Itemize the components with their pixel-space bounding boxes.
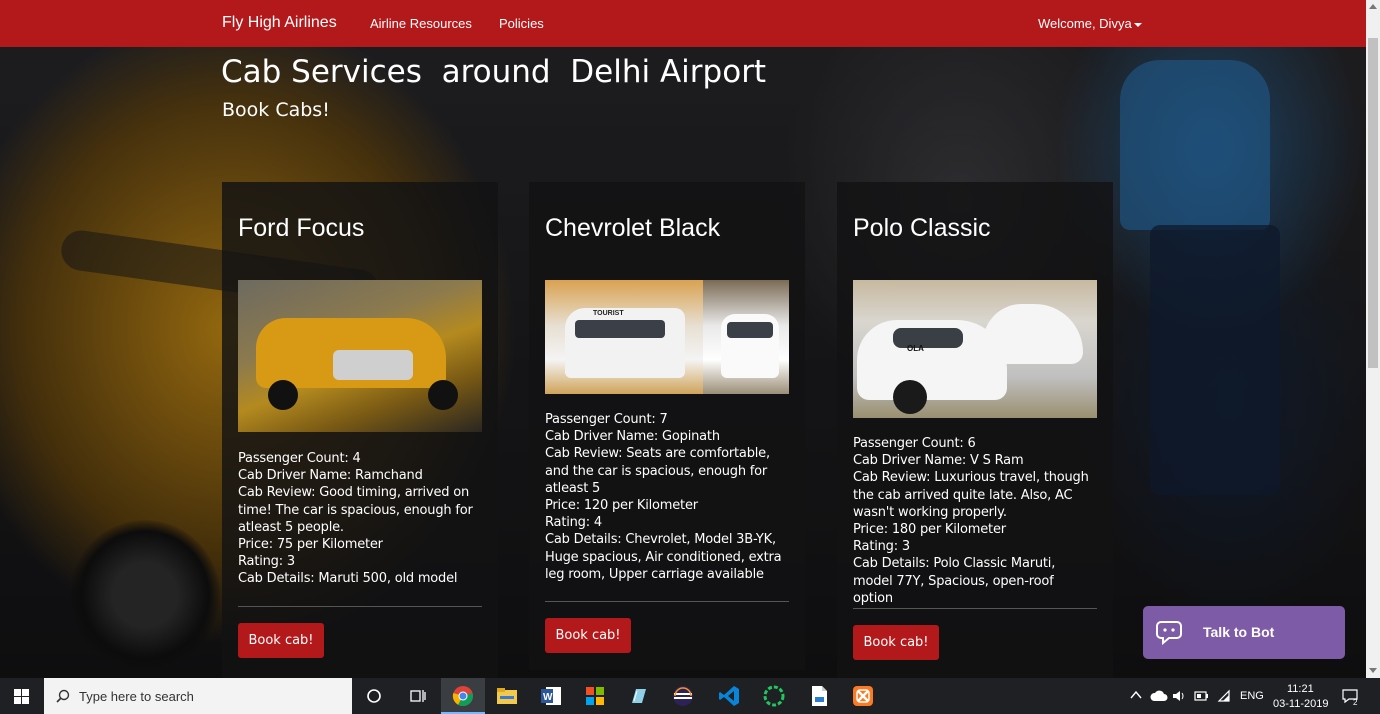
van-window-shape [575,320,665,338]
cab-model-details: Cab Details: Maruti 500, old model [238,571,458,587]
cab-rating: Rating: 3 [853,539,910,555]
taxi-wheel-right [428,380,458,410]
cab-details: Passenger Count: 7 Cab Driver Name: Gopi… [545,411,789,583]
start-button[interactable] [0,678,44,714]
nav-airline-resources[interactable]: Airline Resources [370,16,472,31]
cab-card-polo-classic: Polo Classic OLA Passenger Count: 6 Cab … [837,182,1113,682]
passenger-count: Passenger Count: 4 [238,451,361,466]
top-navbar: Fly High Airlines Airline Resources Poli… [0,0,1366,47]
driver-name: Cab Driver Name: Gopinath [545,429,720,445]
ola-logo: OLA [907,344,924,353]
cab-price: Price: 180 per Kilometer [853,522,1006,538]
user-menu[interactable]: Welcome, Divya [1038,16,1142,31]
volume-icon[interactable] [1172,689,1186,703]
search-icon [56,689,70,703]
file-explorer-icon[interactable] [485,678,529,714]
caret-down-icon [1133,22,1142,27]
nav-policies[interactable]: Policies [499,16,544,31]
word-icon[interactable]: W [529,678,573,714]
van-photo-left: TOURIST [545,280,703,394]
cab-rating: Rating: 4 [545,515,602,531]
cab-review: Cab Review: Luxurious travel, though the… [853,470,1089,520]
windows-taskbar: Type here to search W ENG 11:21 03-11-20 [0,678,1380,714]
eclipse-icon[interactable] [661,678,705,714]
clock-date[interactable]: 03-11-2019 [1273,698,1328,710]
cab-price: Price: 120 per Kilometer [545,498,698,514]
page-subtitle: Book Cabs! [222,99,330,121]
vscode-icon[interactable] [707,678,751,714]
search-placeholder: Type here to search [79,689,194,704]
cab-image-ola: OLA [853,280,1097,418]
notepad-icon[interactable] [617,678,661,714]
talk-to-bot-button[interactable]: Talk to Bot [1143,606,1345,659]
van-photo-right [703,280,789,394]
cab-review: Cab Review: Good timing, arrived on time… [238,485,473,535]
book-cab-button[interactable]: Book cab! [238,623,324,658]
cab-card-ford-focus: Ford Focus Passenger Count: 4 Cab Driver… [222,182,498,682]
scroll-down-icon[interactable] [1369,668,1377,673]
cab-card-chevrolet-black: Chevrolet Black TOURIST Passenger Count:… [529,182,805,670]
cab-title: Chevrolet Black [545,214,721,242]
cab-image-van: TOURIST [545,280,789,394]
taskbar-search-input[interactable]: Type here to search [44,678,352,714]
sedan-wheel [893,380,927,414]
van-body-shape [565,308,685,378]
taxi-grille-shape [333,350,413,380]
loader-icon[interactable] [752,678,796,714]
talk-to-bot-label: Talk to Bot [1203,624,1275,640]
driver-name: Cab Driver Name: V S Ram [853,453,1024,469]
windows-logo-icon [14,689,29,704]
battery-icon[interactable] [1194,691,1208,701]
wifi-icon[interactable] [1217,689,1231,703]
brand-link[interactable]: Fly High Airlines [222,14,337,32]
card-divider [853,608,1097,609]
passenger-count: Passenger Count: 6 [853,436,976,451]
xampp-icon[interactable] [841,678,885,714]
scroll-thumb[interactable] [1368,38,1378,368]
show-hidden-icons-chevron-up-icon[interactable] [1130,690,1142,700]
clock-time[interactable]: 11:21 [1287,683,1314,695]
notification-count: 2 [1353,698,1358,707]
task-view-icon[interactable] [396,678,440,714]
svg-text:W: W [543,692,553,703]
cab-price: Price: 75 per Kilometer [238,537,383,553]
cab-title: Polo Classic [853,214,991,242]
office-icon[interactable] [573,678,617,714]
sedan-window-shape [893,328,963,348]
page-scrollbar[interactable] [1366,0,1380,678]
card-divider [545,601,789,602]
cab-rating: Rating: 3 [238,554,295,570]
van-sign: TOURIST [593,310,624,317]
page-title: Cab Services around Delhi Airport [221,54,767,90]
driver-name: Cab Driver Name: Ramchand [238,468,423,484]
onedrive-cloud-icon[interactable] [1150,690,1168,702]
welcome-text: Welcome, Divya [1038,16,1132,31]
cab-model-details: Cab Details: Polo Classic Maruti, model … [853,556,1056,606]
chat-bubble-icon [1156,621,1182,645]
cab-review: Cab Review: Seats are comfortable, and t… [545,446,770,496]
passenger-count: Passenger Count: 7 [545,412,668,427]
book-cab-button[interactable]: Book cab! [853,625,939,660]
cab-model-details: Cab Details: Chevrolet, Model 3B-YK, Hug… [545,532,782,582]
taxi-wheel-left [268,380,298,410]
cortana-icon[interactable] [352,678,396,714]
scroll-up-icon[interactable] [1369,4,1377,9]
cab-image-taxi [238,280,482,432]
van-front-window [727,322,773,338]
language-indicator[interactable]: ENG [1240,690,1264,702]
cab-details: Passenger Count: 4 Cab Driver Name: Ramc… [238,450,482,588]
book-cab-button[interactable]: Book cab! [545,618,631,653]
cab-title: Ford Focus [238,214,365,242]
file-icon[interactable] [797,678,841,714]
cab-details: Passenger Count: 6 Cab Driver Name: V S … [853,435,1097,607]
chrome-icon[interactable] [441,678,485,714]
card-divider [238,606,482,607]
